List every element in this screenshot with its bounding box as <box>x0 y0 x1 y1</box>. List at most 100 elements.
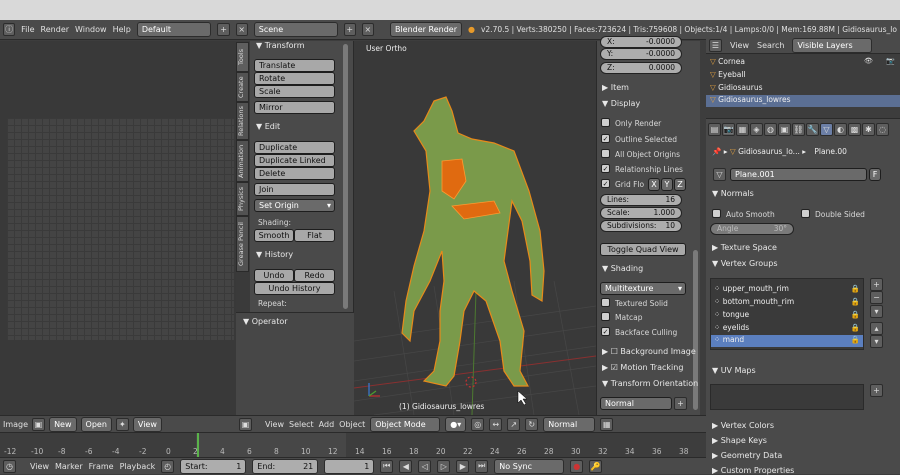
mirror-button[interactable]: Mirror <box>254 101 335 114</box>
duplicate-button[interactable]: Duplicate <box>254 141 335 154</box>
lock-icon[interactable]: 🔒 <box>851 297 860 306</box>
translate-button[interactable]: Translate <box>254 59 335 72</box>
uv-maps-panel[interactable]: ▼ UV Maps <box>712 366 756 375</box>
tab-physics[interactable]: Physics <box>236 182 249 216</box>
preview-range-icon[interactable]: ◴ <box>161 459 175 473</box>
outliner-type-icon[interactable]: ☰ <box>709 39 722 52</box>
layers-tab-icon[interactable]: ▦ <box>736 123 749 136</box>
vertex-groups-panel[interactable]: ▼ Vertex Groups <box>712 259 777 268</box>
object-tab-icon[interactable]: ▣ <box>778 123 791 136</box>
play-icon[interactable]: ▷ <box>437 459 451 473</box>
add-orientation-icon[interactable]: + <box>674 397 687 410</box>
add-vertex-group-icon[interactable]: + <box>870 278 883 291</box>
timeline-menu-frame[interactable]: Frame <box>89 462 114 471</box>
menu-window[interactable]: Window <box>75 25 107 34</box>
texture-space-panel[interactable]: ▶ Texture Space <box>712 243 777 252</box>
vertex-group-item[interactable]: ⁘ bottom_mouth_rim 🔒 <box>714 297 860 306</box>
editor-type-icon[interactable]: ▤ <box>708 123 721 136</box>
orientation-select[interactable]: Normal <box>543 416 596 432</box>
rotate-button[interactable]: Rotate <box>254 72 335 85</box>
tab-relations[interactable]: Relations <box>236 102 249 140</box>
matcap-checkbox[interactable] <box>601 312 610 321</box>
redo-button[interactable]: Redo <box>294 269 335 282</box>
geometry-data-panel[interactable]: ▶ Geometry Data <box>712 451 782 460</box>
image-browse-icon[interactable]: ▣ <box>32 417 46 431</box>
move-down-icon[interactable]: ▾ <box>870 335 883 348</box>
move-up-icon[interactable]: ▴ <box>870 322 883 335</box>
grid-floor-checkbox[interactable]: ✓ <box>601 179 610 188</box>
material-tab-icon[interactable]: ◐ <box>834 123 847 136</box>
timeline-menu-marker[interactable]: Marker <box>55 462 83 471</box>
viewport-editor-type-icon[interactable]: ▣ <box>239 417 252 431</box>
tab-grease-pencil[interactable]: Grease Pencil <box>236 216 249 272</box>
axis-x-toggle[interactable]: X <box>648 178 660 191</box>
editor-type-icon[interactable]: ⓘ <box>3 23 16 36</box>
viewport-menu-object[interactable]: Object <box>339 420 365 429</box>
display-panel-title[interactable]: ▼ Display <box>602 99 640 108</box>
smooth-button[interactable]: Smooth <box>254 229 294 242</box>
outliner-menu-view[interactable]: View <box>730 41 749 50</box>
backface-culling-checkbox[interactable]: ✓ <box>601 327 610 336</box>
vertex-group-item[interactable]: ⁘ tongue 🔒 <box>714 310 860 319</box>
set-origin-dropdown[interactable]: Set Origin ▾ <box>254 199 335 212</box>
eye-icon[interactable]: 👁 <box>864 57 873 65</box>
lock-icon[interactable]: 🔒 <box>851 284 860 293</box>
menu-render[interactable]: Render <box>41 25 69 34</box>
location-x-field[interactable]: X: -0.0000 <box>600 36 682 48</box>
auto-smooth-checkbox[interactable] <box>712 209 721 218</box>
render-tab-icon[interactable]: 📷 <box>722 123 735 136</box>
timeline[interactable]: -12 -10 -8 -6 -4 -2 0 2 4 6 8 10 12 14 1… <box>0 432 706 457</box>
keying-set-icon[interactable]: 🔑 <box>589 459 603 473</box>
item-panel-title[interactable]: ▶ Item <box>602 83 629 92</box>
shading-panel-title[interactable]: ▼ Shading <box>602 264 643 273</box>
viewport-3d[interactable]: User Ortho (1) Gidiosaurus_lowres <box>354 41 596 415</box>
lock-icon[interactable]: 🔒 <box>851 310 860 319</box>
delete-button[interactable]: Delete <box>254 167 335 180</box>
pin-icon[interactable]: 📌 <box>712 147 721 156</box>
join-button[interactable]: Join <box>254 183 335 196</box>
menu-image[interactable]: Image <box>3 420 28 429</box>
shape-keys-panel[interactable]: ▶ Shape Keys <box>712 436 767 445</box>
outliner-menu-search[interactable]: Search <box>757 41 784 50</box>
constraints-tab-icon[interactable]: ⛓ <box>792 123 805 136</box>
all-origins-checkbox[interactable] <box>601 149 610 158</box>
menu-help[interactable]: Help <box>113 25 131 34</box>
tab-create[interactable]: Create <box>236 72 249 102</box>
shading-select[interactable]: ●▾ <box>445 416 467 432</box>
timeline-editor-icon[interactable]: ◷ <box>3 459 16 473</box>
orientation-dropdown[interactable]: Normal <box>600 397 672 410</box>
particles-tab-icon[interactable]: ✱ <box>862 123 875 136</box>
jump-start-icon[interactable]: ⏮ <box>380 459 394 473</box>
uv-maps-list[interactable] <box>710 384 864 410</box>
sync-select[interactable]: No Sync <box>494 458 565 474</box>
add-layout-icon[interactable]: + <box>217 23 230 36</box>
add-uv-map-icon[interactable]: + <box>870 384 883 397</box>
transform-orientation-panel[interactable]: ▼ Transform Orientation <box>602 379 698 388</box>
edit-panel-title[interactable]: ▼ Edit <box>256 122 280 131</box>
remove-scene-icon[interactable]: × <box>361 23 374 36</box>
remove-layout-icon[interactable]: × <box>235 23 248 36</box>
outliner-filter-select[interactable]: Visible Layers <box>792 38 873 53</box>
end-frame-field[interactable]: End: 21 <box>252 458 319 474</box>
pin-icon[interactable]: ✦ <box>115 417 129 431</box>
world-tab-icon[interactable]: ◍ <box>764 123 777 136</box>
outliner-item-eyeball[interactable]: ▽ Eyeball <box>710 70 896 79</box>
new-image-button[interactable]: New <box>49 416 77 432</box>
grid-subdivisions-field[interactable]: Subdivisions: 10 <box>600 220 682 232</box>
viewport-menu-select[interactable]: Select <box>289 420 314 429</box>
relationship-lines-checkbox[interactable]: ✓ <box>601 164 610 173</box>
scene-tab-icon[interactable]: ◈ <box>750 123 763 136</box>
viewport-menu-add[interactable]: Add <box>319 420 335 429</box>
toggle-quad-view-button[interactable]: Toggle Quad View <box>600 243 686 256</box>
normals-panel-title[interactable]: ▼ Normals <box>712 189 754 198</box>
timeline-menu-view[interactable]: View <box>30 462 49 471</box>
manipulator-icon[interactable]: ↔ <box>489 417 503 431</box>
viewport-menu-view[interactable]: View <box>265 420 284 429</box>
axis-y-toggle[interactable]: Y <box>661 178 673 191</box>
undo-history-button[interactable]: Undo History <box>254 282 335 295</box>
vertex-group-menu-icon[interactable]: ▾ <box>870 305 883 318</box>
mode-select[interactable]: Object Mode <box>370 416 441 432</box>
tab-animation[interactable]: Animation <box>236 140 249 182</box>
fake-user-button[interactable]: F <box>869 168 881 181</box>
location-z-field[interactable]: Z: 0.0000 <box>600 62 682 74</box>
